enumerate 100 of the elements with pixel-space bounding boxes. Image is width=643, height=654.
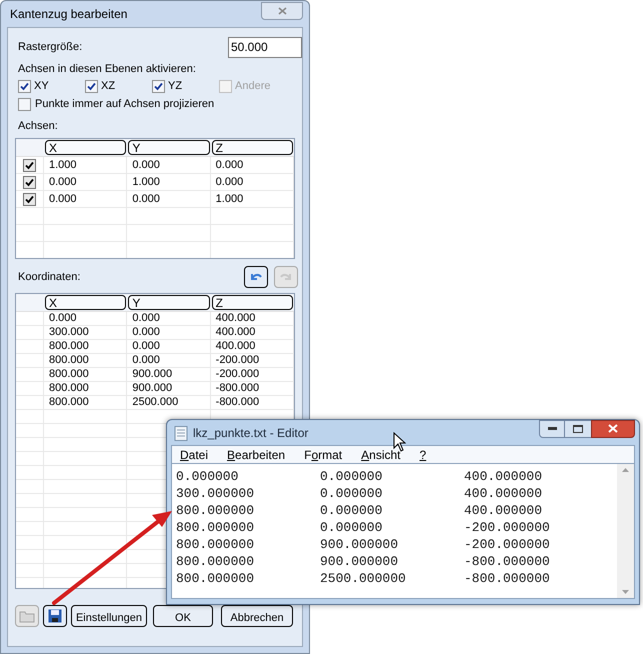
notepad-icon (174, 424, 188, 440)
text-value: 0.000000 (320, 502, 384, 519)
window-title: Kantenzug bearbeiten (9, 6, 128, 23)
checkbox-label: YZ (168, 78, 182, 94)
menu-item[interactable]: Datei (180, 446, 208, 464)
folder-icon (19, 609, 35, 623)
undo-icon (249, 271, 263, 283)
table-cell: 0.000 (49, 193, 77, 205)
minimize-icon (548, 427, 556, 430)
table-cell: 2500.000 (132, 396, 178, 408)
coordinates-label: Koordinaten: (18, 270, 80, 285)
minimize-button[interactable] (539, 420, 565, 438)
table-cell: 900.000 (132, 368, 172, 380)
checkbox-label: XZ (101, 78, 116, 94)
menu-item[interactable]: Format (304, 446, 342, 464)
scroll-up-icon (622, 468, 629, 472)
scrollbar[interactable] (617, 464, 634, 598)
dialog-button[interactable]: Abbrechen (221, 605, 293, 627)
window-title: lkz_punkte.txt - Editor (193, 424, 308, 442)
redo-icon (279, 271, 293, 283)
table-cell: 400.000 (216, 312, 256, 324)
table-cell: 900.000 (132, 382, 172, 394)
close-icon (278, 7, 286, 15)
checkbox[interactable] (23, 192, 36, 206)
checkbox[interactable] (23, 158, 36, 172)
table-cell: 800.000 (49, 396, 89, 408)
planes-label: Achsen in diesen Ebenen aktivieren: (18, 62, 197, 77)
dialog-button[interactable]: OK (153, 605, 213, 627)
text-value: 800.000000 (176, 553, 256, 570)
text-value: 900.000000 (320, 536, 400, 553)
table-cell: 1.000 (132, 176, 160, 188)
checkbox[interactable] (152, 80, 165, 92)
scroll-down-icon (622, 590, 629, 594)
checkbox-label: Punkte immer auf Achsen projizieren (35, 96, 214, 112)
checkbox-label: Andere (235, 78, 270, 94)
checkbox-label: XY (34, 78, 49, 94)
text-value: 2500.000000 (320, 570, 407, 587)
close-icon (608, 424, 618, 433)
menu-item[interactable]: Ansicht (361, 446, 400, 464)
save-button[interactable] (43, 605, 67, 627)
table-cell: 800.000 (49, 368, 89, 380)
menu-item[interactable]: Bearbeiten (227, 446, 286, 464)
table-cell: 1.000 (216, 193, 244, 205)
text-value: 0.000000 (320, 468, 384, 485)
column-header[interactable]: Y (128, 140, 210, 155)
axes-label: Achsen: (18, 119, 59, 134)
table-cell: 0.000 (132, 326, 160, 338)
column-header[interactable]: Y (128, 295, 210, 310)
maximize-icon (573, 424, 583, 432)
column-header[interactable]: Z (212, 140, 293, 155)
table-cell: -800.000 (216, 382, 260, 394)
text-value: 400.000000 (464, 502, 542, 519)
text-value: 800.000000 (176, 570, 256, 587)
table-cell: 0.000 (132, 354, 160, 366)
table-cell: 0.000 (216, 176, 244, 188)
text-value: 0.000000 (320, 519, 384, 536)
text-value: 800.000000 (176, 519, 256, 536)
table-cell: 1.000 (49, 159, 77, 171)
column-header[interactable]: Z (212, 295, 293, 310)
dialog-button[interactable]: Einstellungen (71, 605, 147, 627)
checkbox[interactable] (85, 80, 98, 92)
table-cell: -200.000 (216, 368, 260, 380)
save-icon (48, 609, 62, 623)
column-header[interactable]: X (45, 140, 126, 155)
checkbox[interactable] (18, 80, 31, 92)
menu-item[interactable]: ? (420, 446, 426, 464)
text-value: -200.000000 (464, 536, 550, 553)
text-value: 400.000000 (464, 468, 542, 485)
table-cell: 0.000 (132, 312, 160, 324)
table-cell: 0.000 (216, 159, 244, 171)
table-cell: 0.000 (132, 159, 160, 171)
grid-size-field[interactable]: 50.000 (228, 36, 302, 58)
text-value: 0.000000 (176, 468, 240, 485)
table-cell: 0.000 (49, 176, 77, 188)
grid-size-label: Rastergröße: (18, 40, 82, 55)
table-cell: 400.000 (216, 340, 256, 352)
table-cell: 300.000 (49, 326, 89, 338)
text-value: -200.000000 (464, 519, 550, 536)
close-button[interactable] (591, 420, 635, 438)
text-value: 800.000000 (176, 502, 256, 519)
table-cell: 800.000 (49, 354, 89, 366)
table-cell: -200.000 (216, 354, 260, 366)
text-value: 800.000000 (176, 536, 256, 553)
table-cell: 800.000 (49, 382, 89, 394)
text-value: 400.000000 (464, 485, 542, 502)
table-cell: 0.000 (49, 312, 77, 324)
text-value: -800.000000 (464, 570, 550, 587)
table-cell: 800.000 (49, 340, 89, 352)
undo-button[interactable] (244, 266, 268, 288)
maximize-button[interactable] (565, 420, 591, 438)
checkbox[interactable] (18, 98, 31, 110)
table-cell: 0.000 (132, 340, 160, 352)
table-cell: -800.000 (216, 396, 260, 408)
text-value: 900.000000 (320, 553, 400, 570)
text-value: 0.000000 (320, 485, 384, 502)
table-cell: 0.000 (132, 193, 160, 205)
checkbox[interactable] (23, 176, 36, 188)
text-value: 300.000000 (176, 485, 256, 502)
column-header[interactable]: X (45, 295, 126, 310)
text-value: -800.000000 (464, 553, 550, 570)
